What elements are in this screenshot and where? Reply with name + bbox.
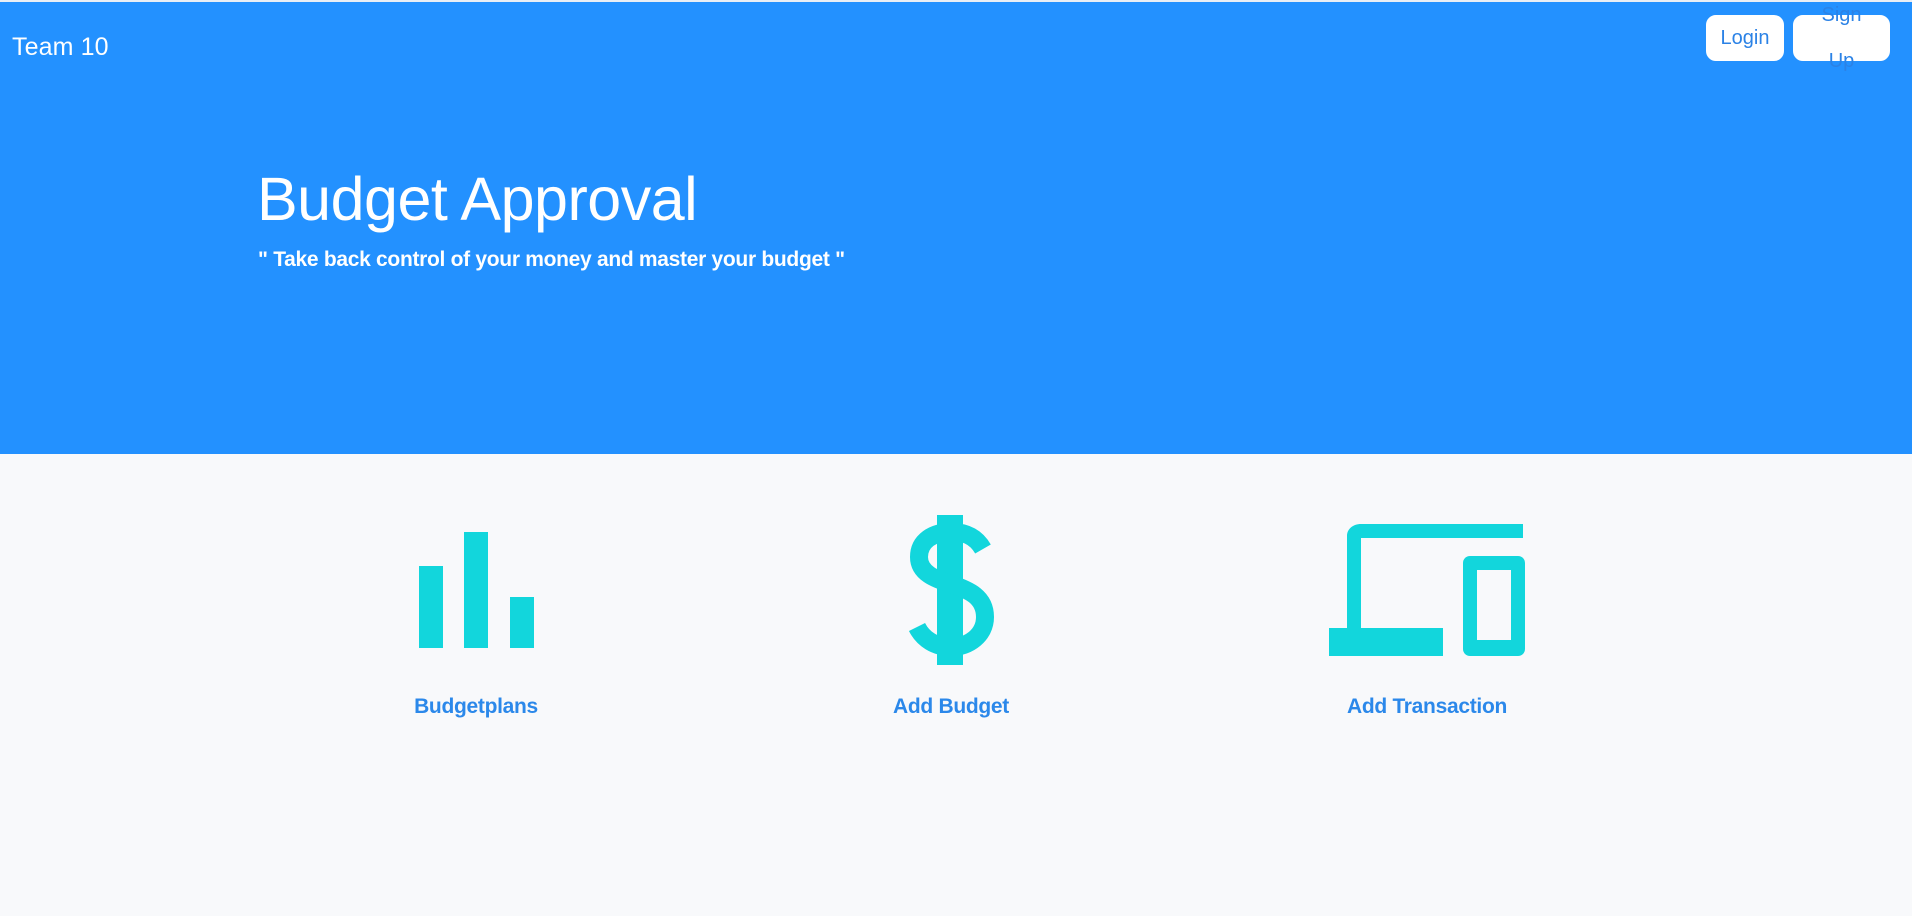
- hero-banner: Team 10 Login Sign Up Budget Approval " …: [0, 0, 1912, 454]
- feature-budgetplans[interactable]: Budgetplans: [376, 515, 576, 720]
- login-button[interactable]: Login: [1706, 15, 1784, 61]
- feature-add-budget[interactable]: Add Budget: [851, 515, 1051, 720]
- add-budget-link[interactable]: Add Budget: [893, 694, 1009, 720]
- auth-buttons: Login Sign Up: [1706, 4, 1890, 72]
- sign-up-button[interactable]: Sign Up: [1793, 4, 1890, 72]
- dollar-icon: [905, 515, 997, 665]
- devices-icon: [1329, 515, 1525, 665]
- hero-subtitle: " Take back control of your money and ma…: [258, 248, 845, 271]
- bar-chart-icon: [418, 515, 534, 665]
- brand-name[interactable]: Team 10: [12, 32, 109, 62]
- feature-add-transaction[interactable]: Add Transaction: [1327, 515, 1527, 720]
- budgetplans-link[interactable]: Budgetplans: [414, 694, 538, 720]
- add-transaction-link[interactable]: Add Transaction: [1347, 694, 1507, 720]
- page-title: Budget Approval: [257, 165, 698, 233]
